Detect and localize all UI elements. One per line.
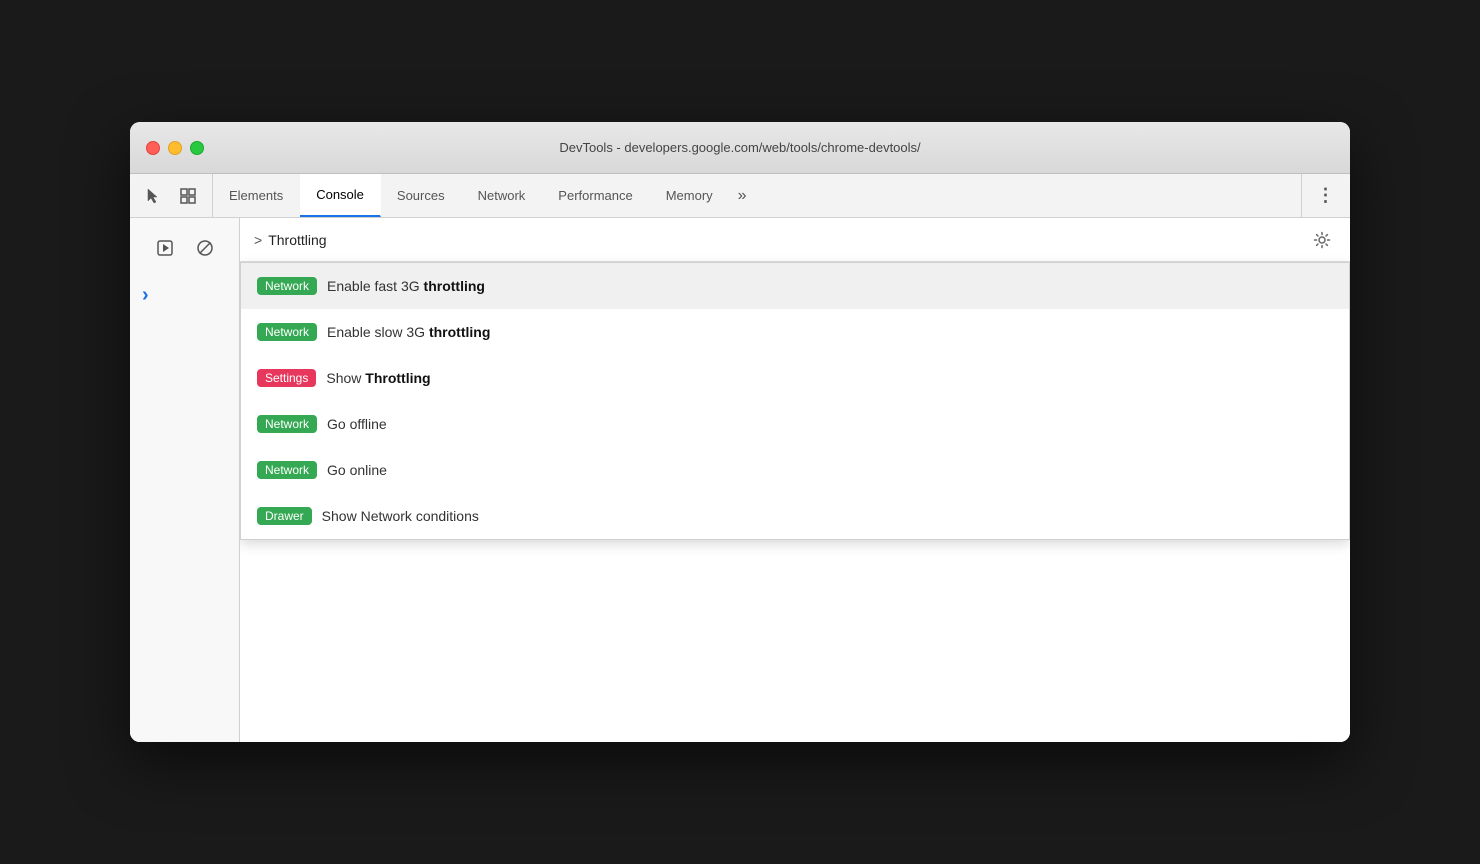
tab-memory[interactable]: Memory	[650, 174, 730, 217]
badge-drawer-1: Drawer	[257, 507, 312, 525]
tab-sources[interactable]: Sources	[381, 174, 462, 217]
no-icon	[196, 239, 214, 257]
autocomplete-item-slow-3g[interactable]: Network Enable slow 3G throttling	[241, 309, 1349, 355]
content-area: > Throttling Network Enable fast 3G th	[240, 218, 1350, 742]
tabbar-right: ⋮	[1301, 174, 1350, 217]
sidebar: ›	[130, 218, 240, 742]
autocomplete-item-go-online[interactable]: Network Go online	[241, 447, 1349, 493]
devtools-panel: Elements Console Sources Network Perform…	[130, 174, 1350, 742]
cursor-icon	[145, 187, 163, 205]
play-icon	[156, 239, 174, 257]
tab-network[interactable]: Network	[462, 174, 543, 217]
inspect-icon-button[interactable]	[174, 182, 202, 210]
badge-network-3: Network	[257, 415, 317, 433]
settings-button[interactable]	[1308, 226, 1336, 254]
tab-console[interactable]: Console	[300, 174, 381, 217]
autocomplete-label-2: Enable slow 3G throttling	[327, 324, 490, 340]
traffic-lights	[146, 141, 204, 155]
badge-network-4: Network	[257, 461, 317, 479]
window-title: DevTools - developers.google.com/web/too…	[559, 140, 920, 155]
badge-network-2: Network	[257, 323, 317, 341]
cursor-icon-button[interactable]	[140, 182, 168, 210]
autocomplete-item-fast-3g[interactable]: Network Enable fast 3G throttling	[241, 263, 1349, 309]
autocomplete-label-3: Show Throttling	[326, 370, 430, 386]
console-input[interactable]: Throttling	[268, 232, 1308, 248]
devtools-window: DevTools - developers.google.com/web/too…	[130, 122, 1350, 742]
autocomplete-item-go-offline[interactable]: Network Go offline	[241, 401, 1349, 447]
settings-gear-icon	[1313, 231, 1331, 249]
close-button[interactable]	[146, 141, 160, 155]
badge-settings-1: Settings	[257, 369, 316, 387]
tab-more-button[interactable]: »	[730, 174, 755, 217]
autocomplete-item-show-throttling[interactable]: Settings Show Throttling	[241, 355, 1349, 401]
autocomplete-item-network-conditions[interactable]: Drawer Show Network conditions	[241, 493, 1349, 539]
play-button[interactable]	[149, 232, 181, 264]
autocomplete-dropdown: Network Enable fast 3G throttling Networ…	[240, 262, 1350, 540]
minimize-button[interactable]	[168, 141, 182, 155]
console-prompt: >	[254, 232, 262, 248]
maximize-button[interactable]	[190, 141, 204, 155]
tab-elements[interactable]: Elements	[213, 174, 300, 217]
titlebar: DevTools - developers.google.com/web/too…	[130, 122, 1350, 174]
tab-bar: Elements Console Sources Network Perform…	[130, 174, 1350, 218]
autocomplete-label-5: Go online	[327, 462, 387, 478]
tab-items: Elements Console Sources Network Perform…	[213, 174, 1301, 217]
console-input-bar: > Throttling	[240, 218, 1350, 262]
more-options-button[interactable]: ⋮	[1312, 182, 1340, 210]
autocomplete-label-6: Show Network conditions	[322, 508, 479, 524]
sidebar-top-icons	[145, 228, 225, 268]
inspect-icon	[179, 187, 197, 205]
autocomplete-label-1: Enable fast 3G throttling	[327, 278, 485, 294]
badge-network-1: Network	[257, 277, 317, 295]
sidebar-chevron[interactable]: ›	[130, 278, 239, 313]
tabbar-left-icons	[130, 174, 213, 217]
main-area: › > Throttling	[130, 218, 1350, 742]
no-button[interactable]	[189, 232, 221, 264]
tab-performance[interactable]: Performance	[542, 174, 649, 217]
autocomplete-label-4: Go offline	[327, 416, 387, 432]
